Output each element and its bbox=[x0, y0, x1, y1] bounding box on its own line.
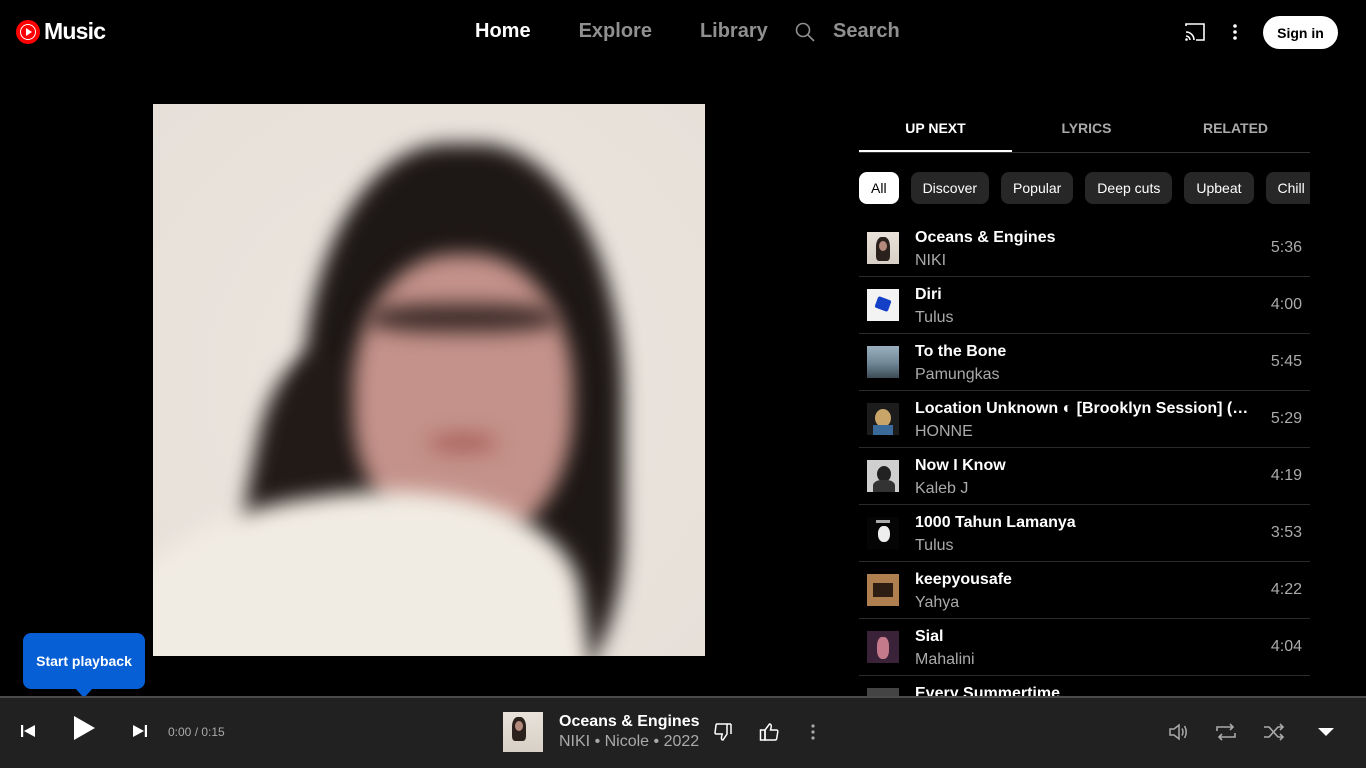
search-button[interactable]: Search bbox=[795, 20, 900, 43]
chip-popular[interactable]: Popular bbox=[1001, 172, 1074, 204]
track-duration: 3:53 bbox=[1270, 524, 1302, 541]
track-title: Every Summertime bbox=[915, 685, 1060, 696]
queue-item[interactable]: To the Bone Pamungkas 5:45 bbox=[859, 334, 1310, 391]
sign-in-button[interactable]: Sign in bbox=[1263, 16, 1338, 49]
volume-icon[interactable] bbox=[1168, 722, 1190, 742]
chip-chill[interactable]: Chill bbox=[1265, 172, 1310, 204]
track-duration: 5:45 bbox=[1270, 353, 1302, 370]
now-playing-title[interactable]: Oceans & Engines bbox=[559, 713, 700, 731]
track-title: Diri bbox=[915, 286, 942, 303]
nav-home[interactable]: Home bbox=[475, 20, 531, 43]
track-artist: Pamungkas bbox=[915, 366, 1000, 383]
filter-chips: All Discover Popular Deep cuts Upbeat Ch… bbox=[859, 172, 1310, 204]
shuffle-icon[interactable] bbox=[1262, 722, 1286, 742]
queue-item[interactable]: Oceans & Engines NIKI 5:36 bbox=[859, 220, 1310, 277]
chip-discover[interactable]: Discover bbox=[910, 172, 990, 204]
previous-icon[interactable] bbox=[20, 724, 36, 738]
track-duration: 5:36 bbox=[1270, 239, 1302, 256]
now-playing-subtitle[interactable]: NIKI • Nicole • 2022 bbox=[559, 733, 699, 751]
more-options-icon[interactable] bbox=[1226, 22, 1244, 42]
track-thumbnail bbox=[867, 460, 899, 492]
queue-item[interactable]: Diri Tulus 4:00 bbox=[859, 277, 1310, 334]
chip-upbeat[interactable]: Upbeat bbox=[1184, 172, 1254, 204]
search-icon bbox=[795, 22, 815, 42]
track-duration: 4:22 bbox=[1270, 581, 1302, 598]
nav-library[interactable]: Library bbox=[700, 20, 768, 43]
now-playing-thumbnail[interactable] bbox=[503, 712, 543, 752]
track-thumbnail bbox=[867, 346, 899, 378]
chip-deep-cuts[interactable]: Deep cuts bbox=[1085, 172, 1173, 204]
repeat-icon[interactable] bbox=[1214, 722, 1238, 742]
album-art-lips bbox=[428, 434, 498, 452]
track-thumbnail bbox=[867, 232, 899, 264]
play-icon[interactable] bbox=[72, 715, 96, 741]
track-duration: 4:00 bbox=[1270, 296, 1302, 313]
next-icon[interactable] bbox=[132, 724, 148, 738]
track-thumbnail bbox=[867, 688, 899, 696]
logo[interactable]: Music bbox=[16, 18, 106, 45]
track-artist: Kaleb J bbox=[915, 480, 969, 497]
track-title: 1000 Tahun Lamanya bbox=[915, 514, 1076, 531]
panel-tabs: UP NEXT LYRICS RELATED bbox=[859, 104, 1310, 153]
play-logo-icon bbox=[16, 19, 40, 44]
queue-item[interactable]: keepyousafe Yahya 4:22 bbox=[859, 562, 1310, 619]
track-thumbnail bbox=[867, 574, 899, 606]
track-title: keepyousafe bbox=[915, 571, 1012, 588]
tab-up-next[interactable]: UP NEXT bbox=[859, 104, 1012, 152]
tab-lyrics[interactable]: LYRICS bbox=[1012, 104, 1161, 152]
track-duration: 4:04 bbox=[1270, 638, 1302, 655]
album-art-eyes bbox=[368, 304, 558, 332]
tab-related[interactable]: RELATED bbox=[1161, 104, 1310, 152]
track-title: To the Bone bbox=[915, 343, 1007, 360]
track-artist: Tulus bbox=[915, 309, 954, 326]
track-title: Oceans & Engines bbox=[915, 229, 1056, 246]
dislike-icon[interactable] bbox=[713, 722, 733, 742]
track-thumbnail bbox=[867, 631, 899, 663]
track-thumbnail bbox=[867, 517, 899, 549]
track-artist: Mahalini bbox=[915, 651, 975, 668]
queue-item[interactable]: Sial Mahalini 4:04 bbox=[859, 619, 1310, 676]
album-art bbox=[153, 104, 705, 656]
track-title: Sial bbox=[915, 628, 944, 645]
track-thumbnail bbox=[867, 289, 899, 321]
chip-all[interactable]: All bbox=[859, 172, 899, 204]
start-playback-tooltip: Start playback bbox=[23, 633, 145, 698]
search-label: Search bbox=[833, 20, 900, 42]
more-options-icon[interactable] bbox=[805, 723, 821, 741]
cast-icon[interactable] bbox=[1184, 22, 1206, 42]
track-artist: HONNE bbox=[915, 423, 973, 440]
queue-panel: UP NEXT LYRICS RELATED All Discover Popu… bbox=[859, 104, 1310, 696]
track-artist: Yahya bbox=[915, 594, 960, 611]
track-artist: Tulus bbox=[915, 537, 954, 554]
track-title: Now I Know bbox=[915, 457, 1006, 474]
top-bar: Music Home Explore Library Search Sign i… bbox=[0, 0, 1366, 64]
player-bar: 0:00 / 0:15 Oceans & Engines NIKI • Nico… bbox=[0, 696, 1366, 768]
track-title: Location Unknown ◐ [Brooklyn Session] (f… bbox=[915, 400, 1250, 417]
expand-player-icon[interactable] bbox=[1316, 726, 1336, 738]
like-icon[interactable] bbox=[759, 722, 779, 742]
track-duration: 5:29 bbox=[1270, 410, 1302, 427]
queue-item[interactable]: 1000 Tahun Lamanya Tulus 3:53 bbox=[859, 505, 1310, 562]
queue-item[interactable]: Location Unknown ◐ [Brooklyn Session] (f… bbox=[859, 391, 1310, 448]
queue-list: Oceans & Engines NIKI 5:36 Diri Tulus 4:… bbox=[859, 220, 1310, 696]
queue-item[interactable]: Every Summertime bbox=[859, 676, 1310, 696]
track-thumbnail bbox=[867, 403, 899, 435]
time-display: 0:00 / 0:15 bbox=[168, 725, 225, 739]
track-artist: NIKI bbox=[915, 252, 947, 269]
logo-text: Music bbox=[44, 18, 106, 44]
progress-bar[interactable] bbox=[0, 696, 1366, 698]
nav-explore[interactable]: Explore bbox=[579, 20, 652, 43]
main-nav: Home Explore Library bbox=[475, 20, 768, 43]
queue-item[interactable]: Now I Know Kaleb J 4:19 bbox=[859, 448, 1310, 505]
track-duration: 4:19 bbox=[1270, 467, 1302, 484]
